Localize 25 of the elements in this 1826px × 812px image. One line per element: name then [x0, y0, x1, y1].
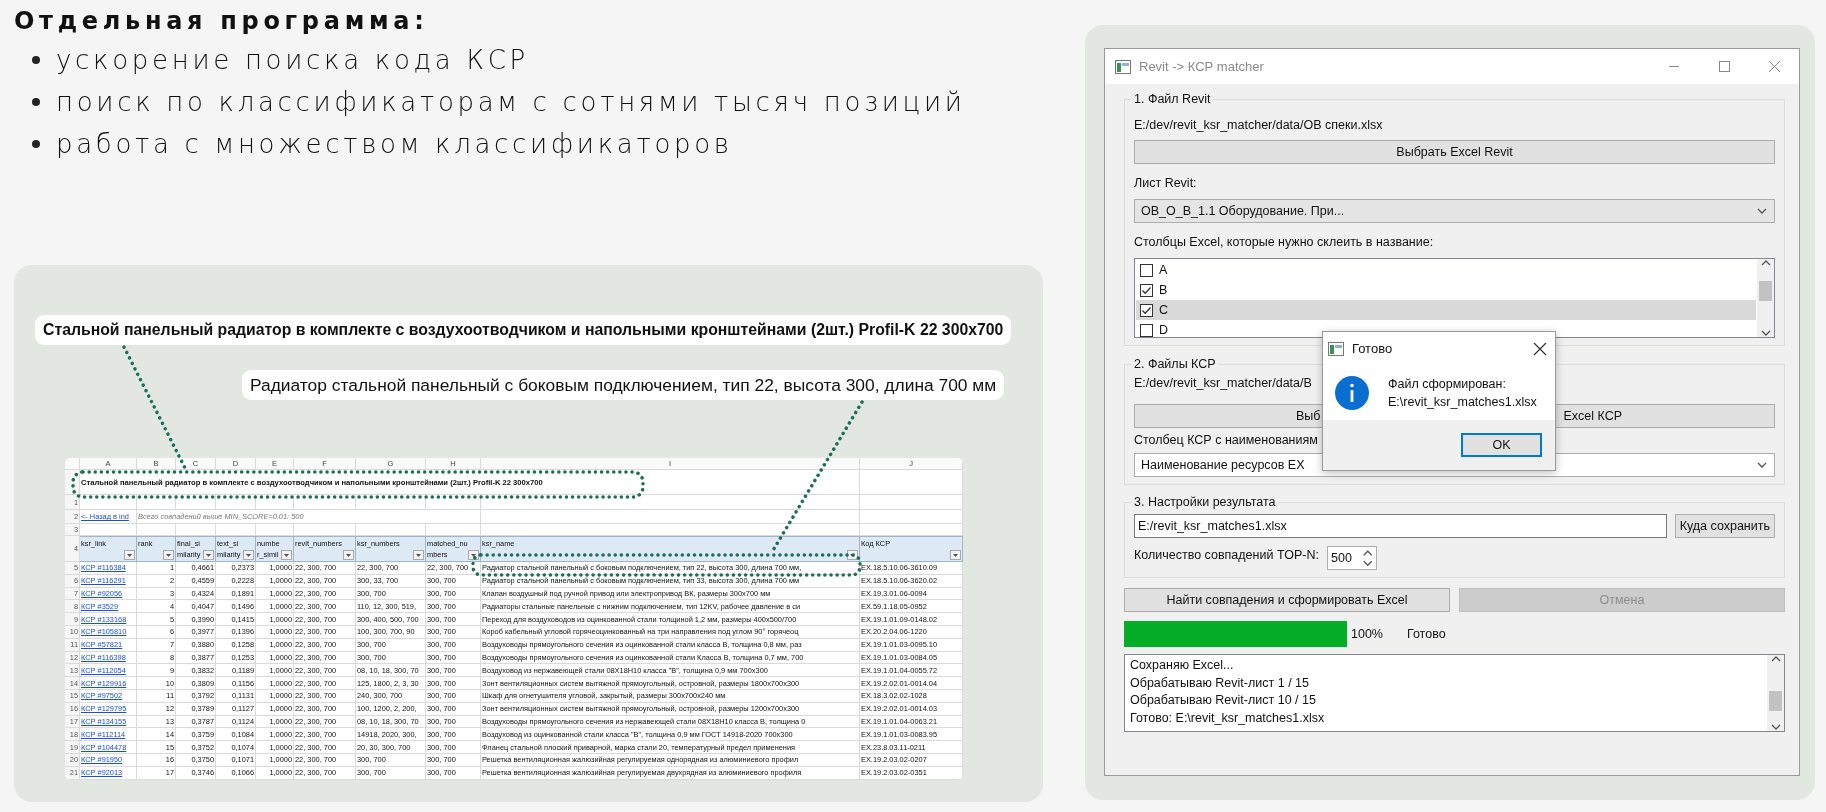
- group-title: 1. Файл Revit: [1133, 92, 1212, 106]
- field-label: Столбцы Excel, которые нужно склеить в название:: [1134, 234, 1434, 251]
- dialog-message: Файл сформирован:: [1388, 375, 1506, 393]
- file-path: E:/dev/revit_ksr_matcher/data/B: [1134, 375, 1312, 392]
- dialog-title: Готово: [1352, 341, 1393, 356]
- log-line: Готово: E:\revit_ksr_matches1.xlsx: [1130, 710, 1325, 728]
- bullet-text: ускорение поиска кода КСР: [56, 45, 529, 75]
- field-label: Лист Revit:: [1134, 175, 1197, 192]
- status-text: Готово: [1407, 627, 1446, 641]
- group-title: 3. Настройки результата: [1133, 495, 1277, 509]
- slide-title: Отдельная программа:: [14, 7, 429, 35]
- field-label: Количество совпадений TOP-N:: [1134, 547, 1320, 564]
- callout-label: Радиатор стальной панельный с боковым подключением, тип 22, высота 300, длина 700 мм: [242, 370, 1005, 400]
- log-line: Обрабатываю Revit-лист 1 / 15: [1130, 674, 1309, 692]
- dialog-message: E:\revit_ksr_matches1.xlsx: [1388, 393, 1537, 411]
- log-line: Обрабатываю Revit-лист 10 / 15: [1130, 692, 1316, 710]
- file-path: E:/dev/revit_ksr_matcher/data/ОВ спеки.xlsx: [1134, 117, 1383, 134]
- window-title: Revit -> КСР matcher: [1139, 59, 1264, 74]
- progress-percent: 100%: [1351, 627, 1383, 641]
- bullet-text: поиск по классификаторам с сотнями тысяч позиций: [56, 87, 966, 117]
- bullet-text: работа с множеством классификаторов: [56, 129, 733, 159]
- log-line: Сохраняю Excel...: [1130, 656, 1234, 674]
- group-title: 2. Файлы КСР: [1133, 357, 1217, 371]
- field-label: Столбец КСР с наименованиям: [1134, 432, 1318, 449]
- callout-label: Стальной панельный радиатор в комплекте с воздухоотводчиком и напольными кронштейнами (2шт.) Profil-K 22 300x700: [35, 315, 1012, 345]
